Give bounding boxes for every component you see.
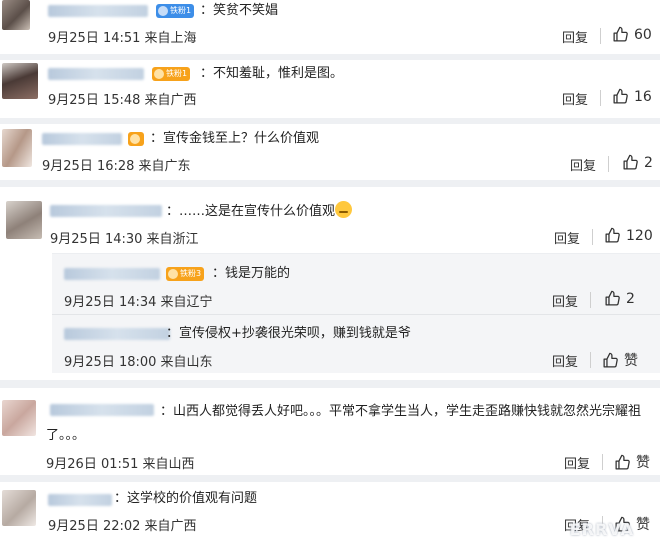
like-count: 120 bbox=[626, 227, 653, 244]
fan-badge: 铁粉1 bbox=[152, 67, 191, 81]
avatar[interactable] bbox=[2, 400, 36, 436]
comment-card: 铁粉1 ：笑贫不笑娼 9月25日 14:51 来自上海 回复 60 bbox=[0, 0, 660, 54]
like-button[interactable]: 2 bbox=[622, 154, 653, 171]
like-button[interactable]: 赞 bbox=[614, 452, 650, 472]
like-count: 赞 bbox=[636, 517, 650, 533]
fan-badge-icon bbox=[168, 269, 178, 279]
comment-meta: 9月25日 14:30 来自浙江 bbox=[50, 232, 199, 247]
avatar[interactable] bbox=[2, 0, 30, 30]
avatar[interactable] bbox=[6, 201, 42, 239]
username-blurred[interactable] bbox=[48, 68, 144, 80]
reply-button[interactable]: 回复 bbox=[552, 351, 578, 370]
comment-card: ：这学校的价值观有问题 9月25日 22:02 来自广西 回复 赞 ERRVA bbox=[0, 482, 660, 543]
fan-badge-icon bbox=[158, 6, 168, 16]
reply-button[interactable]: 回复 bbox=[552, 291, 578, 310]
reply-button[interactable]: 回复 bbox=[554, 228, 580, 247]
divider bbox=[52, 314, 660, 315]
divider bbox=[608, 156, 609, 172]
username-blurred[interactable] bbox=[48, 494, 112, 506]
comment-text: ：宣传金钱至上？什么价值观 bbox=[150, 131, 320, 146]
like-count: 2 bbox=[626, 290, 635, 307]
thumbs-up-icon bbox=[613, 88, 628, 104]
comment-card: ：宣传金钱至上？什么价值观 9月25日 16:28 来自广东 回复 2 bbox=[0, 124, 660, 180]
sub-replies: 铁粉3 ：钱是万能的 9月25日 14:34 来自辽宁 回复 2 ：宣传侵权+抄… bbox=[52, 253, 660, 373]
divider bbox=[592, 229, 593, 245]
comment-text: ：……这是在宣传什么价值观 bbox=[166, 201, 353, 222]
divider bbox=[590, 292, 591, 308]
comment-meta: 9月25日 16:28 来自广东 bbox=[42, 159, 191, 174]
comment-meta: 9月25日 14:51 来自上海 bbox=[48, 31, 197, 46]
reply-button[interactable]: 回复 bbox=[564, 453, 590, 472]
subreply-meta: 9月25日 14:34 来自辽宁 bbox=[64, 295, 213, 310]
comment-meta: 9月25日 15:48 来自广西 bbox=[48, 93, 197, 108]
fan-badge: 铁粉1 bbox=[156, 4, 195, 18]
thumbs-up-icon bbox=[623, 154, 638, 170]
like-button[interactable]: 16 bbox=[612, 88, 652, 105]
comment-text: ：笑贫不笑娼 bbox=[200, 3, 279, 18]
avatar[interactable] bbox=[2, 63, 38, 99]
comment-text: ：山西人都觉得丢人好吧。。。平常不拿学生当人，学生走歪路赚快钱就忽然光宗耀祖了。… bbox=[46, 404, 642, 443]
divider bbox=[602, 454, 603, 470]
like-button[interactable]: 赞 bbox=[602, 350, 638, 370]
thumbs-up-icon bbox=[615, 454, 630, 470]
watermark: ERRVA bbox=[569, 520, 634, 539]
reply-button[interactable]: 回复 bbox=[562, 27, 588, 46]
comment-text: ：不知羞耻，惟利是图。 bbox=[200, 66, 344, 81]
reply-button[interactable]: 回复 bbox=[562, 89, 588, 108]
avatar[interactable] bbox=[2, 490, 36, 526]
comment-meta: 9月25日 22:02 来自广西 bbox=[48, 519, 197, 534]
reply-button[interactable]: 回复 bbox=[570, 155, 596, 174]
like-button[interactable]: 60 bbox=[612, 26, 652, 43]
card-separator bbox=[0, 380, 660, 388]
divider bbox=[600, 28, 601, 44]
username-blurred[interactable] bbox=[50, 205, 162, 217]
username-blurred[interactable] bbox=[48, 5, 148, 17]
like-count: 60 bbox=[634, 26, 652, 43]
username-blurred[interactable] bbox=[42, 133, 122, 145]
fan-badge-icon bbox=[130, 134, 140, 144]
like-button[interactable]: 120 bbox=[604, 227, 653, 244]
subreply-text: ：钱是万能的 bbox=[212, 266, 291, 281]
divider bbox=[590, 352, 591, 368]
comment-meta: 9月26日 01:51 来自山西 bbox=[46, 457, 195, 472]
sweat-smile-emoji-icon bbox=[335, 201, 353, 218]
like-count: 2 bbox=[644, 154, 653, 171]
fan-badge: 铁粉3 bbox=[166, 267, 205, 281]
subreply-text: ：宣传侵权+抄袭很光荣呗，赚到钱就是爷 bbox=[166, 326, 411, 341]
username-blurred[interactable] bbox=[64, 268, 160, 280]
fan-badge bbox=[128, 132, 144, 146]
divider bbox=[600, 90, 601, 106]
like-count: 赞 bbox=[636, 455, 650, 471]
thumbs-up-icon bbox=[613, 26, 628, 42]
fan-badge-icon bbox=[154, 69, 164, 79]
comment-card: 铁粉1 ：不知羞耻，惟利是图。 9月25日 15:48 来自广西 回复 16 bbox=[0, 60, 660, 118]
comment-card: ：山西人都觉得丢人好吧。。。平常不拿学生当人，学生走歪路赚快钱就忽然光宗耀祖了。… bbox=[0, 388, 660, 475]
username-blurred[interactable] bbox=[64, 328, 170, 340]
card-separator bbox=[0, 180, 660, 187]
comment-text: ：这学校的价值观有问题 bbox=[114, 491, 258, 506]
thumbs-up-icon bbox=[605, 227, 620, 243]
like-count: 赞 bbox=[624, 353, 638, 369]
card-separator bbox=[0, 475, 660, 482]
avatar[interactable] bbox=[2, 129, 32, 167]
thumbs-up-icon bbox=[605, 290, 620, 306]
comment-card: ：……这是在宣传什么价值观 9月25日 14:30 来自浙江 回复 120 铁粉… bbox=[0, 187, 660, 380]
thumbs-up-icon bbox=[603, 352, 618, 368]
like-count: 16 bbox=[634, 88, 652, 105]
subreply-meta: 9月25日 18:00 来自山东 bbox=[64, 355, 213, 370]
like-button[interactable]: 2 bbox=[604, 290, 635, 307]
